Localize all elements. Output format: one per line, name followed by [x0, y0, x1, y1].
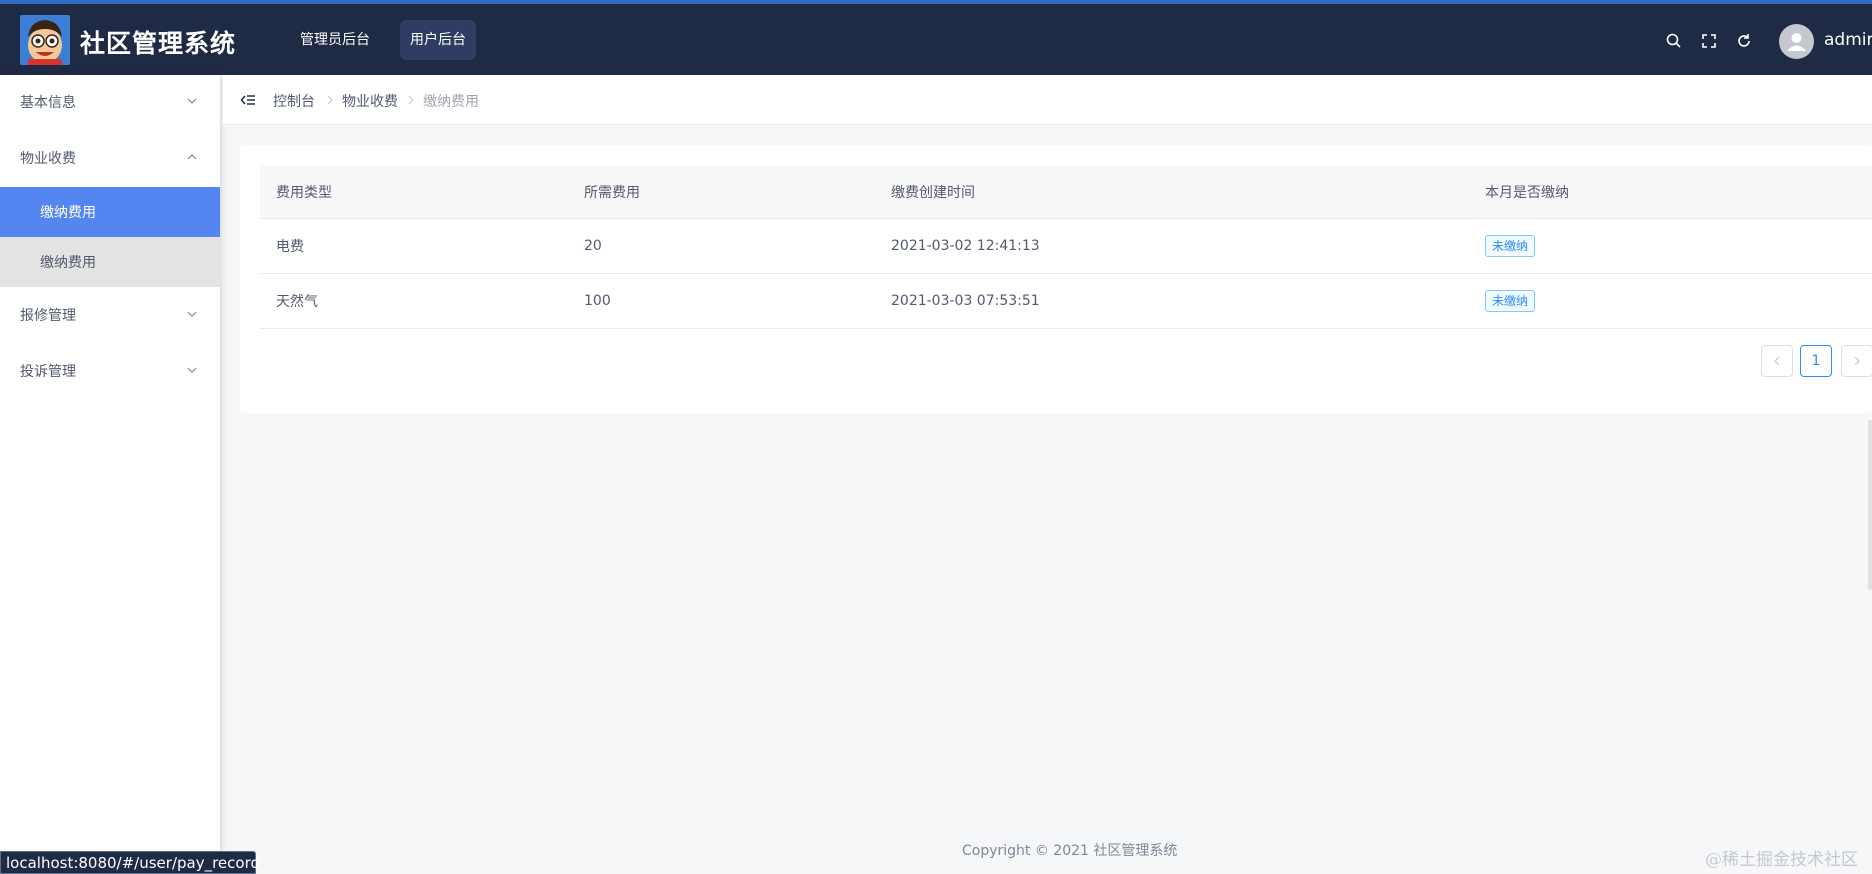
- fullscreen-icon[interactable]: [1700, 32, 1718, 50]
- pagination-page-button[interactable]: 1: [1800, 345, 1832, 377]
- search-icon[interactable]: [1665, 32, 1683, 50]
- column-header: 缴费创建时间: [891, 184, 975, 201]
- watermark: @稀土掘金技术社区: [1705, 850, 1858, 870]
- nav-admin-backend[interactable]: 管理员后台: [290, 20, 380, 60]
- sidebar-item-pay-fee[interactable]: 缴纳费用: [0, 187, 220, 237]
- sidebar-item-pay-fee-2[interactable]: 缴纳费用: [0, 237, 220, 287]
- status-badge: 未缴纳: [1485, 290, 1536, 312]
- sidebar-group-complaint[interactable]: 投诉管理: [0, 344, 220, 398]
- sidebar-group-label: 投诉管理: [20, 364, 76, 380]
- cell-created: 2021-03-03 07:53:51: [891, 293, 1040, 309]
- cell-status: 未缴纳: [1485, 274, 1536, 328]
- sidebar-item-label: 缴纳费用: [40, 255, 96, 271]
- column-header: 费用类型: [276, 184, 332, 201]
- cartoon-boy-logo-icon[interactable]: [20, 15, 70, 65]
- cell-amount: 100: [584, 293, 611, 309]
- cell-amount: 20: [584, 238, 602, 254]
- chevron-down-icon: [186, 308, 198, 320]
- table-row[interactable]: 天然气 100 2021-03-03 07:53:51 未缴纳: [260, 274, 1872, 329]
- chevron-down-icon: [186, 95, 198, 107]
- sidebar-item-label: 缴纳费用: [40, 205, 96, 221]
- breadcrumb-current: 缴纳费用: [423, 94, 479, 110]
- sidebar: 基本信息 物业收费 缴纳费用 缴纳费用 报修管理 投诉管理: [0, 75, 220, 874]
- nav-user-backend[interactable]: 用户后台: [400, 20, 476, 60]
- chevron-up-icon: [186, 151, 198, 163]
- cell-created: 2021-03-02 12:41:13: [891, 238, 1040, 254]
- browser-status-url: localhost:8080/#/user/pay_record: [0, 851, 260, 874]
- cell-fee-type: 天然气: [276, 294, 318, 310]
- scrollbar[interactable]: [1868, 420, 1872, 590]
- sidebar-group-repair[interactable]: 报修管理: [0, 288, 220, 342]
- breadcrumb: 控制台 物业收费 缴纳费用: [223, 75, 1872, 125]
- footer-copyright: Copyright © 2021 社区管理系统: [962, 843, 1178, 859]
- sidebar-group-label: 基本信息: [20, 95, 76, 111]
- sidebar-group-label: 报修管理: [20, 308, 76, 324]
- username[interactable]: admin: [1824, 30, 1872, 50]
- sidebar-group-label: 物业收费: [20, 151, 76, 167]
- chevron-down-icon: [186, 364, 198, 376]
- status-badge: 未缴纳: [1485, 235, 1536, 257]
- refresh-icon[interactable]: [1735, 32, 1753, 50]
- sidebar-group-property-fee[interactable]: 物业收费: [0, 131, 220, 185]
- column-header: 所需费用: [584, 184, 640, 201]
- chevron-left-icon: [1774, 356, 1780, 366]
- pagination-prev-button[interactable]: [1761, 345, 1793, 377]
- breadcrumb-dashboard[interactable]: 控制台: [273, 91, 315, 111]
- table-header: 费用类型 所需费用 缴费创建时间 本月是否缴纳: [260, 165, 1872, 219]
- sidebar-group-basic-info[interactable]: 基本信息: [0, 75, 220, 129]
- pagination-next-button[interactable]: [1841, 345, 1872, 377]
- chevron-right-icon: [325, 94, 335, 106]
- app-title: 社区管理系统: [80, 29, 237, 58]
- breadcrumb-property-fee[interactable]: 物业收费: [342, 91, 398, 111]
- column-header: 本月是否缴纳: [1485, 184, 1569, 201]
- menu-collapse-icon[interactable]: [240, 92, 256, 108]
- top-header: 社区管理系统 管理员后台 用户后台 admin: [0, 4, 1872, 75]
- cell-fee-type: 电费: [276, 239, 304, 255]
- cell-status: 未缴纳: [1485, 219, 1536, 273]
- chevron-right-icon: [1854, 356, 1860, 366]
- user-avatar[interactable]: [1779, 24, 1814, 59]
- table-row[interactable]: 电费 20 2021-03-02 12:41:13 未缴纳: [260, 219, 1872, 274]
- chevron-right-icon: [406, 94, 416, 106]
- fee-card: 费用类型 所需费用 缴费创建时间 本月是否缴纳 电费 20 2021-03-02…: [240, 145, 1872, 413]
